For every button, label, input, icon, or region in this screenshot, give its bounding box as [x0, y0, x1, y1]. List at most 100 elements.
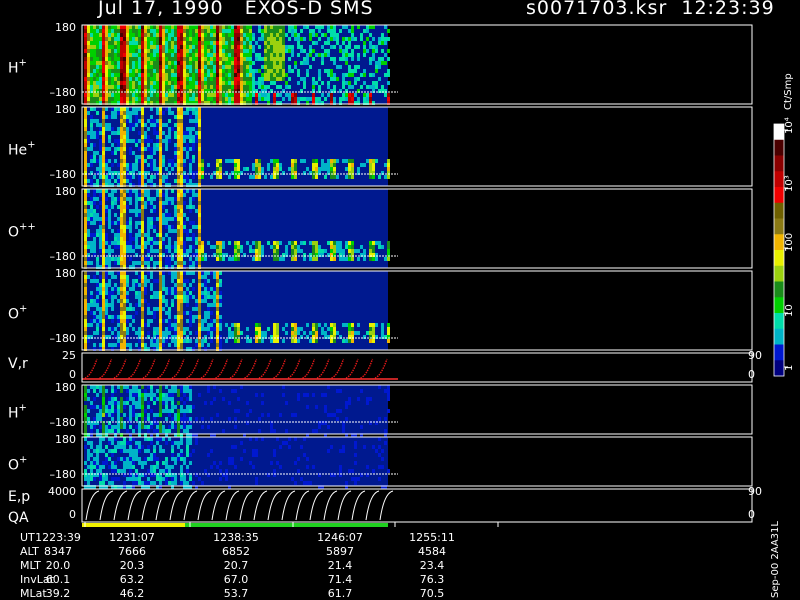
heatmap-cell — [159, 131, 162, 135]
heatmap-cell — [339, 65, 342, 69]
heatmap-cell — [90, 163, 93, 167]
heatmap-cell — [210, 85, 213, 89]
heatmap-cell — [183, 175, 186, 179]
heatmap-cell — [120, 29, 123, 33]
heatmap-cell — [210, 465, 213, 469]
heatmap-cell — [87, 135, 90, 139]
heatmap-cell — [138, 193, 141, 197]
heatmap-cell — [249, 249, 252, 253]
heatmap-cell — [216, 307, 219, 311]
heatmap-cell — [183, 73, 186, 77]
heatmap-cell — [147, 225, 150, 229]
heatmap-cell — [105, 175, 108, 179]
heatmap-cell — [345, 401, 348, 405]
heatmap-cell — [249, 97, 252, 101]
heatmap-cell — [306, 61, 309, 65]
heatmap-cell — [348, 397, 351, 401]
heatmap-cell — [126, 37, 129, 41]
heatmap-cell — [129, 457, 132, 461]
heatmap-cell — [141, 397, 144, 401]
heatmap-cell — [237, 57, 240, 61]
heatmap-cell — [129, 115, 132, 119]
heatmap-cell — [372, 331, 375, 335]
heatmap-cell — [180, 25, 183, 29]
heatmap-cell — [183, 261, 186, 265]
heatmap-cell — [150, 45, 153, 49]
heatmap-cell — [315, 257, 318, 261]
heatmap-cell — [87, 65, 90, 69]
heatmap-cell — [108, 209, 111, 213]
heatmap-cell — [150, 25, 153, 29]
heatmap-cell — [381, 457, 384, 461]
heatmap-cell — [237, 53, 240, 57]
heatmap-cell — [216, 77, 219, 81]
heatmap-cell — [189, 453, 192, 457]
heatmap-cell — [102, 179, 105, 183]
heatmap-cell — [327, 37, 330, 41]
heatmap-cell — [126, 135, 129, 139]
heatmap-cell — [87, 257, 90, 261]
heatmap-cell — [90, 385, 93, 389]
heatmap-cell — [159, 339, 162, 343]
heatmap-cell — [93, 61, 96, 65]
panel-species-label: O+ — [8, 304, 27, 323]
heatmap-cell — [99, 287, 102, 291]
heatmap-cell — [303, 453, 306, 457]
heatmap-cell — [93, 449, 96, 453]
heatmap-cell — [198, 41, 201, 45]
heatmap-cell — [135, 107, 138, 111]
heatmap-cell — [126, 127, 129, 131]
heatmap-cell — [192, 61, 195, 65]
y-axis-bottom-label: –180 — [50, 250, 77, 263]
heatmap-cell — [147, 261, 150, 265]
heatmap-cell — [117, 385, 120, 389]
heatmap-cell — [198, 323, 201, 327]
heatmap-cell — [120, 61, 123, 65]
heatmap-cell — [159, 271, 162, 275]
heatmap-cell — [141, 279, 144, 283]
heatmap-cell — [174, 315, 177, 319]
heatmap-cell — [183, 159, 186, 163]
heatmap-cell — [285, 323, 288, 327]
heatmap-cell — [189, 249, 192, 253]
heatmap-cell — [372, 85, 375, 89]
heatmap-cell — [348, 53, 351, 57]
heatmap-cell — [129, 57, 132, 61]
heatmap-cell — [192, 143, 195, 147]
heatmap-cell — [171, 291, 174, 295]
heatmap-cell — [105, 77, 108, 81]
heatmap-cell — [354, 477, 357, 481]
heatmap-cell — [312, 245, 315, 249]
heatmap-cell — [168, 291, 171, 295]
heatmap-cell — [192, 189, 195, 193]
heatmap-cell — [135, 193, 138, 197]
heatmap-cell — [174, 413, 177, 417]
heatmap-cell — [141, 311, 144, 315]
heatmap-cell — [126, 449, 129, 453]
heatmap-cell — [117, 81, 120, 85]
heatmap-cell — [123, 279, 126, 283]
heatmap-cell — [138, 449, 141, 453]
heatmap-cell — [330, 45, 333, 49]
panel-4-axis: O+180–180 — [8, 267, 76, 345]
heatmap-cell — [102, 319, 105, 323]
heatmap-cell — [105, 425, 108, 429]
heatmap-cell — [141, 115, 144, 119]
heatmap-cell — [126, 107, 129, 111]
heatmap-cell — [144, 41, 147, 45]
heatmap-cell — [117, 315, 120, 319]
heatmap-cell — [177, 81, 180, 85]
heatmap-cell — [135, 405, 138, 409]
heatmap-cell — [204, 299, 207, 303]
heatmap-cell — [201, 425, 204, 429]
heatmap-cell — [183, 409, 186, 413]
heatmap-cell — [117, 57, 120, 61]
heatmap-cell — [108, 405, 111, 409]
heatmap-cell — [102, 283, 105, 287]
heatmap-cell — [84, 429, 87, 433]
heatmap-cell — [177, 209, 180, 213]
heatmap-cell — [276, 93, 279, 97]
heatmap-cell — [171, 257, 174, 261]
heatmap-cell — [195, 193, 198, 197]
heatmap-cell — [177, 327, 180, 331]
